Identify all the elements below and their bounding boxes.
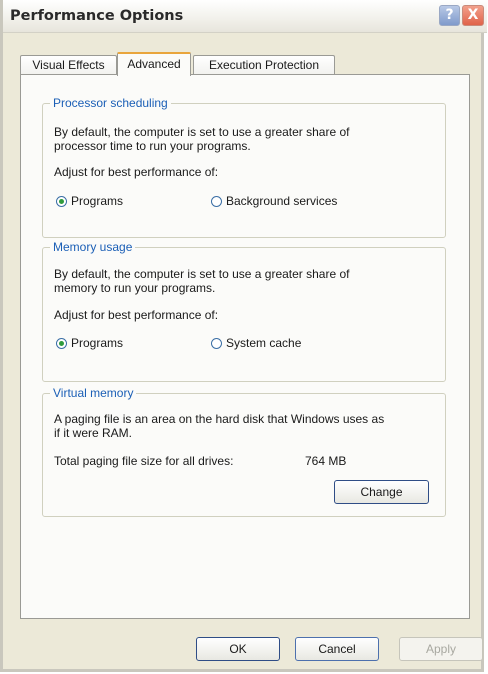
radio-selected-icon bbox=[56, 195, 67, 207]
virtual-memory-legend: Virtual memory bbox=[50, 386, 137, 400]
processor-background-services-label: Background services bbox=[226, 194, 338, 208]
processor-adjust-label: Adjust for best performance of: bbox=[54, 165, 219, 179]
processor-programs-label: Programs bbox=[71, 194, 124, 208]
memory-usage-group: Memory usage By default, the computer is… bbox=[42, 240, 446, 382]
memory-description-line1: By default, the computer is set to use a… bbox=[54, 267, 350, 281]
ok-button[interactable]: OK bbox=[196, 637, 280, 661]
memory-adjust-label: Adjust for best performance of: bbox=[54, 308, 219, 322]
help-icon: ? bbox=[445, 7, 454, 23]
cancel-button[interactable]: Cancel bbox=[295, 637, 379, 661]
window-title: Performance Options bbox=[10, 8, 184, 24]
processor-background-services-radio[interactable]: Background services bbox=[211, 194, 337, 208]
apply-button[interactable]: Apply bbox=[399, 637, 483, 661]
advanced-tab-panel: Processor scheduling By default, the com… bbox=[20, 74, 470, 619]
paging-file-total-value: 764 MB bbox=[305, 454, 347, 468]
help-button[interactable]: ? bbox=[439, 5, 460, 26]
memory-usage-legend: Memory usage bbox=[50, 240, 136, 254]
memory-programs-radio[interactable]: Programs bbox=[56, 336, 123, 350]
processor-description-line2: processor time to run your programs. bbox=[54, 139, 251, 153]
memory-system-cache-radio[interactable]: System cache bbox=[211, 336, 301, 350]
processor-programs-radio[interactable]: Programs bbox=[56, 194, 123, 208]
title-bar[interactable]: Performance Options ? X bbox=[3, 0, 487, 33]
virtual-description-line1: A paging file is an area on the hard dis… bbox=[54, 412, 385, 426]
radio-unselected-icon bbox=[211, 337, 222, 349]
tab-visual-effects[interactable]: Visual Effects bbox=[20, 55, 117, 75]
close-icon: X bbox=[467, 7, 479, 23]
memory-programs-label: Programs bbox=[71, 336, 124, 350]
change-button[interactable]: Change bbox=[334, 480, 429, 504]
paging-file-total-label: Total paging file size for all drives: bbox=[54, 454, 234, 468]
radio-selected-icon bbox=[56, 337, 67, 349]
performance-options-window: Performance Options ? X Visual Effects A… bbox=[0, 0, 487, 672]
tab-execution-protection[interactable]: Execution Protection bbox=[193, 55, 335, 75]
memory-description-line2: memory to run your programs. bbox=[54, 281, 216, 295]
processor-scheduling-group: Processor scheduling By default, the com… bbox=[42, 96, 446, 238]
close-button[interactable]: X bbox=[462, 5, 484, 26]
virtual-memory-group: Virtual memory A paging file is an area … bbox=[42, 386, 446, 517]
memory-system-cache-label: System cache bbox=[226, 336, 302, 350]
processor-description-line1: By default, the computer is set to use a… bbox=[54, 125, 350, 139]
processor-scheduling-legend: Processor scheduling bbox=[50, 96, 171, 110]
radio-unselected-icon bbox=[211, 195, 222, 207]
virtual-description-line2: if it were RAM. bbox=[54, 426, 133, 440]
tab-advanced[interactable]: Advanced bbox=[117, 52, 191, 76]
